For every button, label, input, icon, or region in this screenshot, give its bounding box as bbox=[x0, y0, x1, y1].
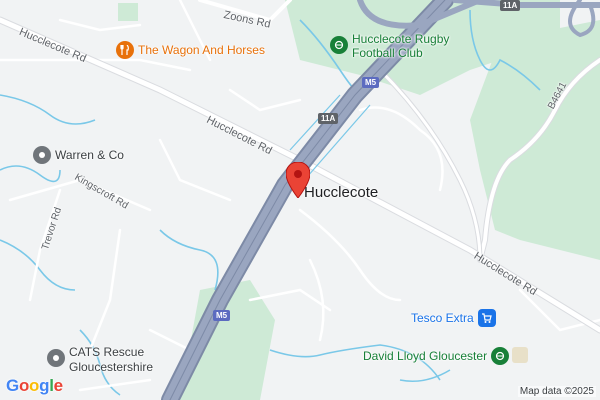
poi-tesco-extra[interactable]: Tesco Extra bbox=[411, 309, 496, 327]
green-area-small bbox=[118, 3, 138, 21]
building-marker bbox=[512, 347, 528, 363]
poi-wagon-and-horses[interactable]: The Wagon And Horses bbox=[116, 41, 265, 59]
fork-knife-icon bbox=[116, 41, 134, 59]
map-pin-icon bbox=[285, 161, 311, 199]
junction-11a-shield-2: 11A bbox=[500, 0, 521, 11]
sports-icon bbox=[330, 36, 348, 54]
poi-label-line2: Gloucestershire bbox=[69, 360, 154, 374]
poi-label: David Lloyd Gloucester bbox=[363, 349, 488, 363]
poi-warren-and-co[interactable]: Warren & Co bbox=[33, 146, 124, 164]
poi-label-line2: Football Club bbox=[352, 46, 423, 60]
poi-david-lloyd-gloucester[interactable]: David Lloyd Gloucester bbox=[363, 347, 510, 365]
poi-label: Tesco Extra bbox=[411, 311, 474, 325]
poi-label-line1: Hucclecote Rugby bbox=[352, 32, 450, 46]
m5-shield-bottom: M5 bbox=[213, 310, 231, 321]
poi-label: Warren & Co bbox=[55, 148, 124, 162]
shopping-cart-icon bbox=[477, 309, 496, 327]
location-marker[interactable] bbox=[285, 161, 311, 199]
place-icon bbox=[47, 349, 65, 367]
poi-hucclecote-rugby-football-club[interactable]: Hucclecote Rugby Football Club bbox=[330, 32, 449, 60]
junction-11a-shield-1: 11A bbox=[318, 113, 339, 124]
sports-icon bbox=[491, 347, 510, 365]
map-attribution[interactable]: Map data ©2025 bbox=[517, 386, 596, 397]
map-base bbox=[0, 0, 600, 400]
m5-shield-top: M5 bbox=[362, 77, 380, 88]
poi-label: The Wagon And Horses bbox=[138, 43, 265, 57]
place-label: Hucclecote bbox=[304, 184, 379, 201]
map-canvas[interactable]: Hucclecote Rd Hucclecote Rd Hucclecote R… bbox=[0, 0, 600, 400]
place-icon bbox=[33, 146, 51, 164]
poi-cats-rescue[interactable]: CATS Rescue Gloucestershire bbox=[47, 345, 153, 375]
google-logo[interactable]: Google bbox=[6, 376, 63, 396]
poi-label-line1: CATS Rescue bbox=[69, 345, 145, 359]
